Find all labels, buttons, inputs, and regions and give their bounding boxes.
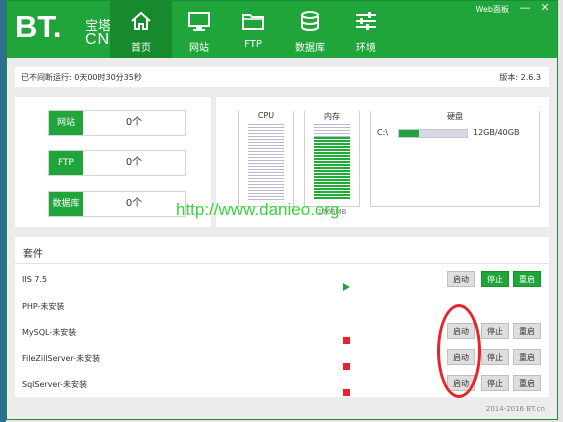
sliders-icon bbox=[354, 10, 378, 36]
disk-drive: C:\ bbox=[377, 128, 388, 137]
plugin-name: FileZillServer-未安装 bbox=[22, 354, 101, 363]
stat-value: 0个 bbox=[125, 157, 143, 168]
start-button[interactable]: 启动 bbox=[447, 271, 475, 287]
plugin-row-iis: IIS 7.5 启动 停止 重启 bbox=[15, 267, 549, 293]
plugin-name: PHP-未安装 bbox=[22, 302, 65, 311]
stop-button[interactable]: 停止 bbox=[481, 271, 509, 287]
disk-usage-fill bbox=[399, 130, 420, 137]
tab-website[interactable]: 网站 bbox=[172, 1, 226, 58]
plugin-name: IIS 7.5 bbox=[22, 275, 48, 284]
memory-label: 内存 bbox=[305, 111, 359, 122]
logo-main: BT. bbox=[15, 9, 62, 44]
folder-icon bbox=[241, 10, 265, 36]
cpu-meter: CPU bbox=[238, 111, 294, 207]
disk-usage-text: 12GB/40GB bbox=[473, 128, 520, 137]
stat-value: 0个 bbox=[125, 117, 143, 128]
memory-gauge-fill bbox=[314, 136, 350, 200]
tab-website-label: 网站 bbox=[189, 43, 209, 54]
info-bar: 已不间断运行: 0天00时30分35秒 版本: 2.6.3 bbox=[15, 67, 549, 87]
tab-environment-label: 环境 bbox=[356, 43, 376, 54]
minimize-icon[interactable]: — bbox=[515, 1, 535, 17]
memory-gauge bbox=[314, 124, 350, 200]
cpu-gauge bbox=[248, 124, 284, 200]
stopped-indicator-icon bbox=[343, 381, 350, 400]
close-icon[interactable]: ✕ bbox=[535, 1, 555, 17]
disk-label: 硬盘 bbox=[371, 111, 539, 122]
monitor-icon bbox=[187, 10, 211, 36]
tab-ftp-label: FTP bbox=[244, 39, 262, 50]
restart-button[interactable]: 重启 bbox=[513, 323, 541, 339]
resource-panel: CPU 内存 1766MB 硬盘 C:\ 12GB/40GB bbox=[216, 97, 549, 227]
memory-meter: 内存 1766MB bbox=[304, 111, 360, 216]
title-bar: BT. 宝塔 CN 首页 网站 FTP 数据库 环境 Web面板 — ✕ bbox=[7, 1, 557, 58]
logo-suffix: CN bbox=[85, 31, 111, 48]
stop-button[interactable]: 停止 bbox=[481, 349, 509, 365]
tab-database[interactable]: 数据库 bbox=[280, 1, 340, 58]
stop-button[interactable]: 停止 bbox=[481, 375, 509, 391]
disk-meter: 硬盘 C:\ 12GB/40GB bbox=[370, 111, 540, 207]
stat-label: 网站 bbox=[49, 111, 83, 135]
restart-button[interactable]: 重启 bbox=[513, 349, 541, 365]
web-panel-button[interactable]: Web面板 bbox=[476, 4, 509, 15]
restart-button[interactable]: 重启 bbox=[513, 271, 541, 287]
stat-website[interactable]: 网站 0个 bbox=[48, 110, 186, 136]
stats-panel: 网站 0个 FTP 0个 数据库 0个 bbox=[15, 97, 211, 227]
cpu-label: CPU bbox=[239, 111, 293, 120]
copyright-text: 2014-2016 BT.cn bbox=[485, 405, 545, 413]
stop-button[interactable]: 停止 bbox=[481, 323, 509, 339]
stat-label: 数据库 bbox=[49, 192, 83, 216]
plugin-name: SqlServer-未安装 bbox=[22, 380, 87, 389]
annotation-circle bbox=[437, 304, 481, 398]
memory-value: 1766MB bbox=[317, 208, 347, 216]
version-text: 版本: 2.6.3 bbox=[499, 73, 541, 82]
stat-ftp[interactable]: FTP 0个 bbox=[48, 150, 186, 176]
database-icon bbox=[299, 10, 321, 36]
home-icon bbox=[130, 10, 152, 36]
tab-environment[interactable]: 环境 bbox=[340, 1, 392, 58]
tab-home-label: 首页 bbox=[131, 43, 151, 54]
tab-home[interactable]: 首页 bbox=[110, 1, 172, 58]
tab-database-label: 数据库 bbox=[295, 43, 325, 54]
stat-database[interactable]: 数据库 0个 bbox=[48, 191, 186, 217]
plugin-name: MySQL-未安装 bbox=[22, 328, 77, 337]
divider bbox=[15, 263, 549, 264]
stat-label: FTP bbox=[49, 151, 83, 175]
uptime-text: 已不间断运行: 0天00时30分35秒 bbox=[21, 73, 142, 82]
stat-value: 0个 bbox=[125, 198, 143, 209]
tab-ftp[interactable]: FTP bbox=[226, 1, 280, 58]
restart-button[interactable]: 重启 bbox=[513, 375, 541, 391]
disk-usage-bar bbox=[398, 129, 468, 138]
plugins-title: 套件 bbox=[23, 249, 43, 260]
